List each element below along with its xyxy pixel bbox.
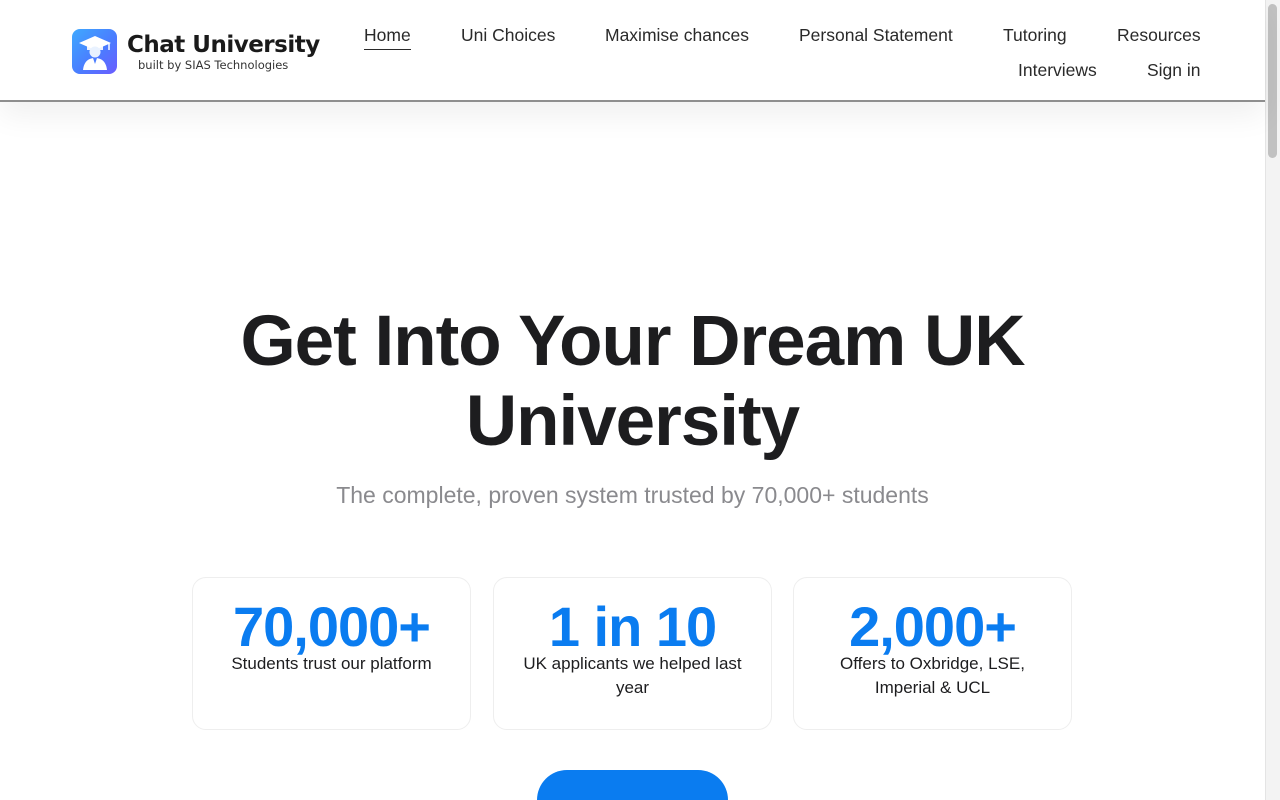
graduate-cap-icon [72, 29, 117, 74]
hero-title-line-1: Get Into Your Dream UK [240, 302, 1025, 381]
scrollbar-thumb[interactable] [1268, 4, 1277, 158]
hero-subtitle: The complete, proven system trusted by 7… [336, 482, 929, 508]
hero-title: Get Into Your Dream UK University [0, 302, 1265, 462]
stat-label: Students trust our platform [231, 654, 432, 673]
stat-label: UK applicants we helped last year [523, 654, 742, 697]
stat-card-applicants: 1 in 10 UK applicants we helped last yea… [493, 577, 772, 730]
brand-tagline: built by SIAS Technologies [138, 57, 289, 72]
start-journey-button[interactable]: Start your journey [537, 770, 728, 800]
brand-name: Chat University [127, 31, 320, 58]
nav-uni-choices[interactable]: Uni Choices [461, 24, 555, 46]
page-scrollbar[interactable] [1265, 0, 1280, 800]
nav-maximise-chances[interactable]: Maximise chances [605, 24, 749, 46]
stat-card-students: 70,000+ Students trust our platform [192, 577, 471, 730]
nav-sign-in[interactable]: Sign in [1147, 59, 1201, 81]
nav-home[interactable]: Home [364, 24, 411, 50]
stat-value: 1 in 10 [548, 595, 717, 658]
nav-interviews[interactable]: Interviews [1018, 59, 1097, 81]
stat-card-offers: 2,000+ Offers to Oxbridge, LSE, Imperial… [793, 577, 1072, 730]
page: Chat University built by SIAS Technologi… [0, 0, 1280, 800]
hero-title-line-2: University [465, 382, 800, 461]
nav-personal-statement[interactable]: Personal Statement [799, 24, 953, 46]
nav-tutoring[interactable]: Tutoring [1003, 24, 1067, 46]
site-header: Chat University built by SIAS Technologi… [0, 0, 1265, 102]
nav-resources[interactable]: Resources [1117, 24, 1201, 46]
stat-value: 2,000+ [849, 595, 1017, 658]
stat-value: 70,000+ [233, 595, 431, 658]
stat-label: Offers to Oxbridge, LSE, Imperial & UCL [840, 654, 1025, 697]
brand-logo[interactable]: Chat University built by SIAS Technologi… [72, 29, 320, 74]
